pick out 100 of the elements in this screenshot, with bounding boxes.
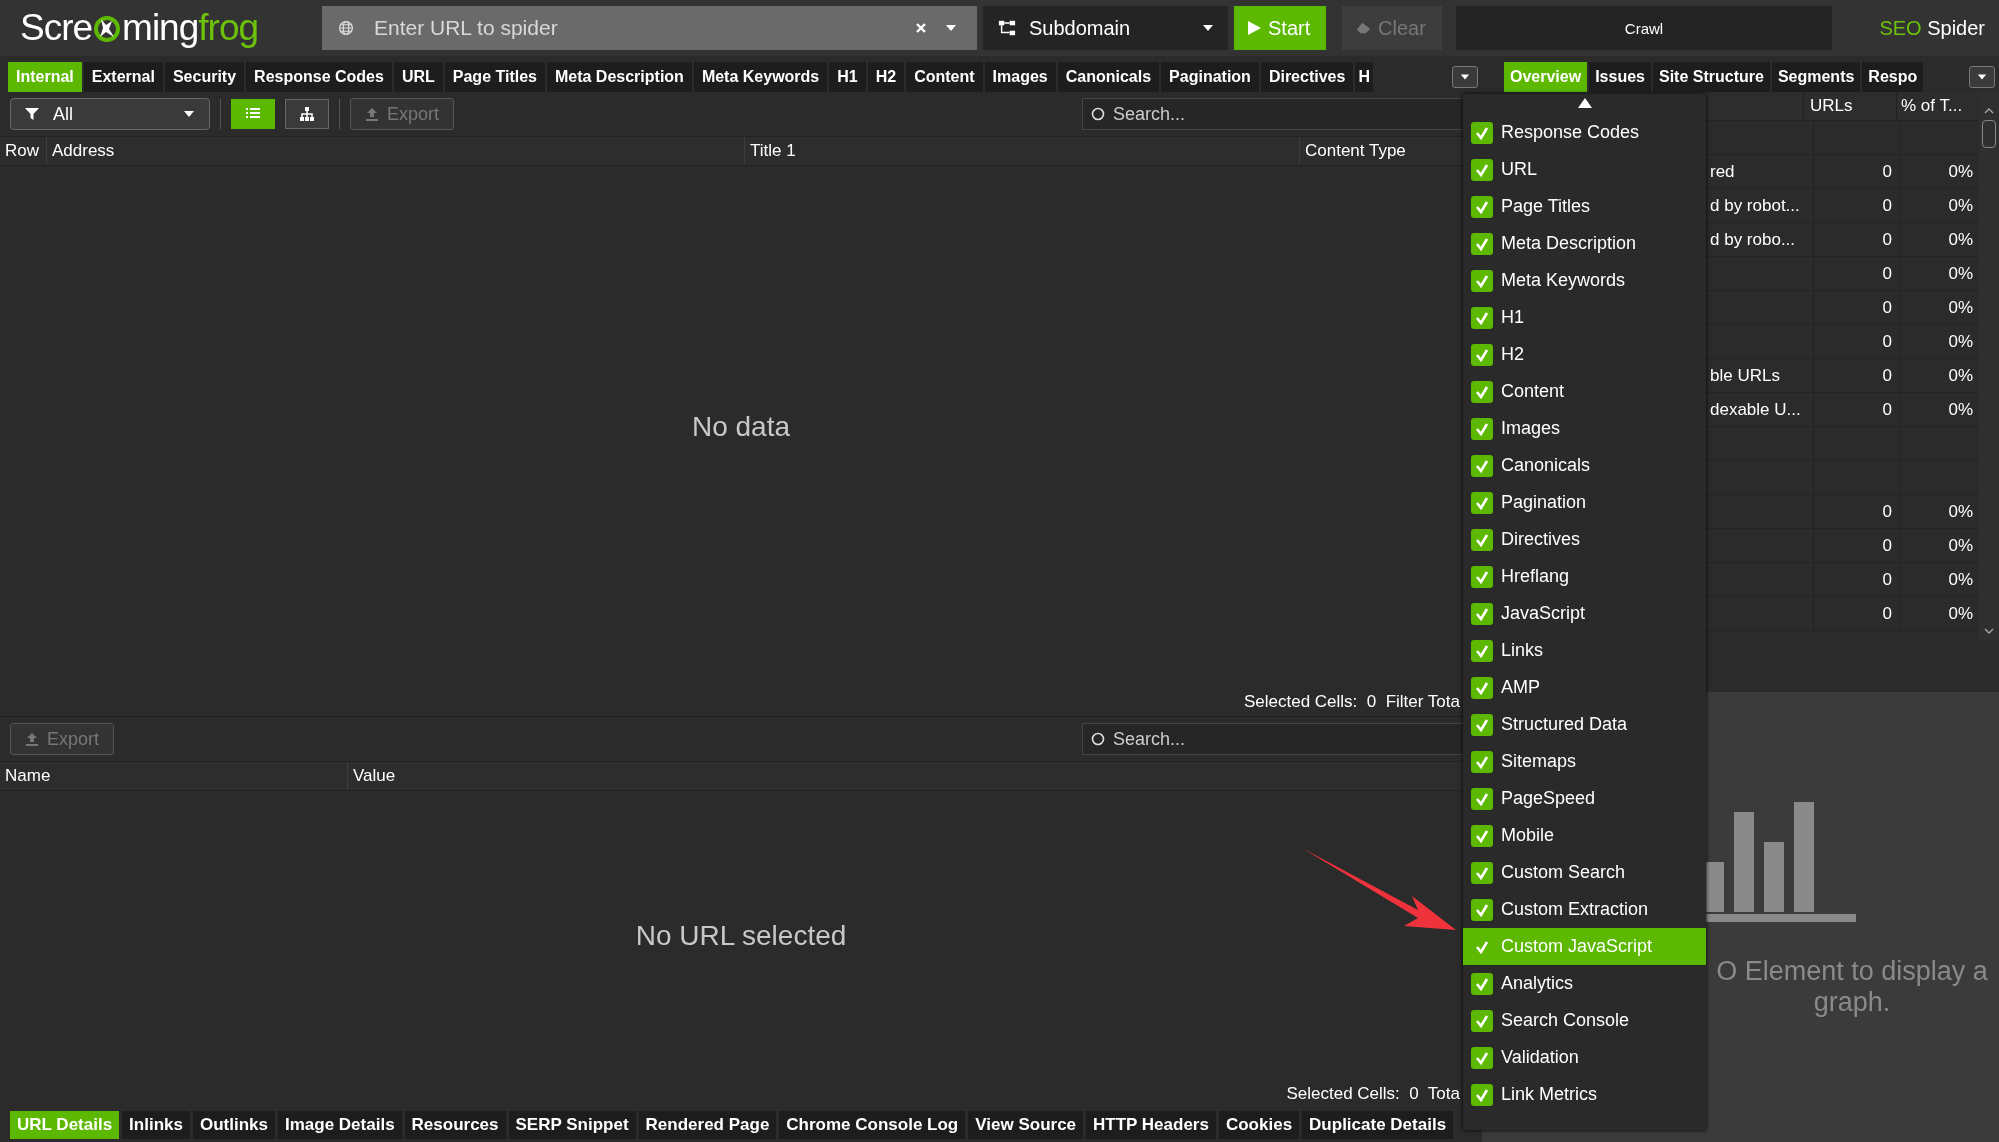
mode-dropdown[interactable]: Subdomain: [983, 6, 1228, 50]
menu-item[interactable]: Custom Search: [1463, 854, 1706, 891]
tab[interactable]: Cookies: [1218, 1111, 1300, 1139]
tab[interactable]: Meta Description: [546, 62, 692, 92]
checkbox[interactable]: [1471, 861, 1493, 884]
checkbox[interactable]: [1471, 565, 1493, 588]
checkbox[interactable]: [1471, 491, 1493, 514]
checkbox[interactable]: [1471, 380, 1493, 403]
url-field[interactable]: Enter URL to spider: [322, 6, 977, 50]
column-header[interactable]: Address: [47, 137, 745, 165]
tab[interactable]: View Source: [968, 1111, 1084, 1139]
tab[interactable]: H2: [867, 62, 905, 92]
menu-item[interactable]: Meta Keywords: [1463, 262, 1706, 299]
column-header[interactable]: Name: [0, 762, 348, 790]
menu-item[interactable]: Content: [1463, 373, 1706, 410]
tab[interactable]: Response Codes: [246, 62, 392, 92]
tab[interactable]: Images: [984, 62, 1056, 92]
checkbox[interactable]: [1471, 454, 1493, 477]
chevron-up-icon[interactable]: [1984, 106, 1994, 116]
checkbox[interactable]: [1471, 232, 1493, 255]
checkbox[interactable]: [1471, 602, 1493, 625]
tab[interactable]: Resources: [404, 1111, 506, 1139]
menu-item[interactable]: Canonicals: [1463, 447, 1706, 484]
menu-item[interactable]: H2: [1463, 336, 1706, 373]
filter-dropdown[interactable]: All: [10, 98, 210, 130]
column-header[interactable]: URLs: [1804, 92, 1897, 120]
checkbox[interactable]: [1471, 639, 1493, 662]
tab[interactable]: Page Titles: [444, 62, 545, 92]
checkbox[interactable]: [1471, 1083, 1493, 1106]
checkbox[interactable]: [1471, 269, 1493, 292]
table-cell: 0%: [1948, 603, 1973, 624]
menu-item[interactable]: Mobile: [1463, 817, 1706, 854]
tab[interactable]: Respo: [1862, 62, 1924, 92]
menu-item[interactable]: JavaScript: [1463, 595, 1706, 632]
tab[interactable]: Canonicals: [1057, 62, 1160, 92]
tab[interactable]: Duplicate Details: [1302, 1111, 1454, 1139]
tab[interactable]: H1: [829, 62, 866, 92]
tab[interactable]: Outlinks: [192, 1111, 275, 1139]
checkbox[interactable]: [1471, 750, 1493, 773]
menu-item[interactable]: Search Console: [1463, 1002, 1706, 1039]
tab[interactable]: External: [83, 62, 163, 92]
scroll-up-icon[interactable]: [1577, 98, 1592, 108]
menu-item[interactable]: AMP: [1463, 669, 1706, 706]
tab[interactable]: Content: [906, 62, 983, 92]
menu-item[interactable]: Meta Description: [1463, 225, 1706, 262]
tab[interactable]: Meta Keywords: [693, 62, 828, 92]
tab[interactable]: Image Details: [278, 1111, 402, 1139]
menu-item[interactable]: Images: [1463, 410, 1706, 447]
chevron-down-icon[interactable]: [1984, 626, 1994, 636]
table-cell: 0: [1882, 229, 1892, 250]
checkbox[interactable]: [1471, 195, 1493, 218]
checkbox[interactable]: [1471, 1046, 1493, 1069]
menu-item[interactable]: Page Titles: [1463, 188, 1706, 225]
menu-item[interactable]: Hreflang: [1463, 558, 1706, 595]
checkbox[interactable]: [1471, 121, 1493, 144]
more-tabs-button[interactable]: [1969, 66, 1995, 88]
tab[interactable]: Segments: [1771, 62, 1861, 92]
tab[interactable]: H: [1355, 62, 1373, 92]
menu-item[interactable]: Links: [1463, 632, 1706, 669]
scrollbar-thumb[interactable]: [1982, 120, 1996, 148]
checkbox[interactable]: [1471, 824, 1493, 847]
checkbox[interactable]: [1471, 972, 1493, 995]
tab[interactable]: Chrome Console Log: [779, 1111, 966, 1139]
menu-item[interactable]: Link Metrics: [1463, 1076, 1706, 1113]
checkbox[interactable]: [1471, 898, 1493, 921]
table-cell: 0: [1882, 161, 1892, 182]
checkbox[interactable]: [1471, 528, 1493, 551]
checkbox[interactable]: [1471, 713, 1493, 736]
clear-icon[interactable]: [915, 22, 927, 34]
checkbox[interactable]: [1471, 306, 1493, 329]
column-header[interactable]: % of T...: [1897, 92, 1979, 120]
tab[interactable]: HTTP Headers: [1086, 1111, 1216, 1139]
menu-item[interactable]: Validation: [1463, 1039, 1706, 1076]
column-header[interactable]: Title 1: [745, 137, 1300, 165]
tab[interactable]: Rendered Page: [638, 1111, 777, 1139]
column-header[interactable]: Row: [0, 137, 47, 165]
checkbox[interactable]: [1471, 676, 1493, 699]
checkbox[interactable]: [1471, 343, 1493, 366]
tab[interactable]: Pagination: [1161, 62, 1259, 92]
checkbox[interactable]: [1471, 417, 1493, 440]
checkbox[interactable]: [1471, 1009, 1493, 1032]
checkbox[interactable]: [1471, 787, 1493, 810]
more-tabs-button[interactable]: [1452, 66, 1478, 88]
tab[interactable]: Directives: [1260, 62, 1354, 92]
checkbox[interactable]: [1471, 158, 1493, 181]
tab[interactable]: Security: [164, 62, 245, 92]
menu-item[interactable]: Custom Extraction: [1463, 891, 1706, 928]
menu-item[interactable]: Directives: [1463, 521, 1706, 558]
menu-item[interactable]: Analytics: [1463, 965, 1706, 1002]
graph-hint: O Element to display a graph.: [1715, 956, 1989, 1019]
tab[interactable]: Inlinks: [122, 1111, 190, 1139]
tab[interactable]: Issues: [1589, 62, 1651, 92]
tab[interactable]: URL: [393, 62, 443, 92]
menu-item[interactable]: Pagination: [1463, 484, 1706, 521]
tab[interactable]: SERP Snippet: [508, 1111, 636, 1139]
scrollbar[interactable]: [1979, 92, 1999, 640]
table-cell: 0: [1882, 535, 1892, 556]
tab[interactable]: Site Structure: [1652, 62, 1770, 92]
menu-item[interactable]: H1: [1463, 299, 1706, 336]
tree-view-button[interactable]: [285, 99, 329, 129]
